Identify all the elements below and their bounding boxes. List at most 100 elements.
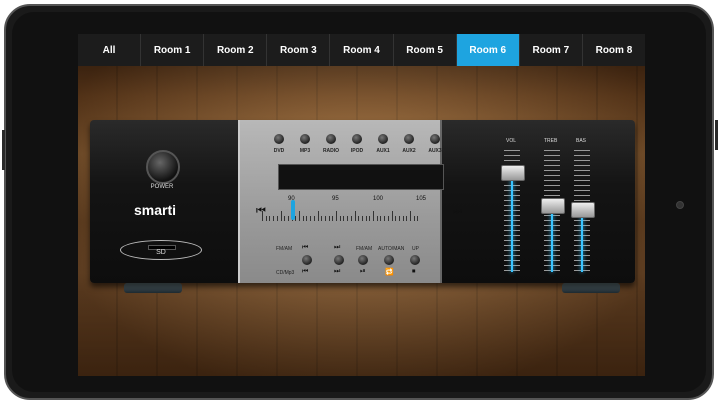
skip-back-icon[interactable]: ⏮: [302, 268, 308, 276]
tuner-dial[interactable]: [254, 205, 426, 221]
automan-label: AUTO/MAN: [378, 246, 405, 252]
source-radio-button[interactable]: [326, 134, 336, 144]
mixer-panel: VOL TREB BAS: [488, 120, 628, 283]
next-icon: ⏭: [334, 244, 341, 251]
skip-forward-icon[interactable]: ⏭: [334, 268, 340, 276]
dial-tick: [365, 216, 367, 221]
dial-tick: [373, 211, 374, 221]
source-label: MP3: [299, 148, 311, 154]
dial-tick: [328, 216, 330, 221]
stop-icon[interactable]: ⏹: [412, 268, 416, 276]
amp-foot-left: [124, 283, 182, 293]
bas-slider[interactable]: [571, 201, 595, 218]
up-button[interactable]: [410, 255, 420, 265]
dial-tick: [406, 216, 408, 221]
tab-room-4[interactable]: Room 4: [330, 34, 394, 66]
dial-tick: [398, 216, 400, 221]
treb-slider[interactable]: [541, 197, 565, 214]
source-aux2-button[interactable]: [404, 134, 414, 144]
dial-tick: [306, 216, 308, 221]
dial-tick: [299, 211, 300, 221]
source-label: DVD: [273, 148, 285, 154]
prev-button[interactable]: [302, 255, 312, 265]
treb-slider-level: [551, 210, 553, 272]
dial-tick: [332, 216, 334, 221]
side-button-right: [715, 120, 718, 150]
next-button[interactable]: [334, 255, 344, 265]
cdmp3-label: CD/Mp3: [276, 270, 295, 276]
tab-room-8[interactable]: Room 8: [583, 34, 645, 66]
source-label: RADIO: [322, 148, 340, 154]
dial-tick: [265, 216, 267, 221]
dial-tick: [387, 216, 389, 221]
amplifier: POWER smarti SD DVD MP3 RADIO IPOD AUX1 …: [90, 120, 635, 283]
dial-tick: [347, 216, 349, 221]
tuner-needle[interactable]: [290, 200, 295, 220]
dial-tick: [302, 216, 304, 221]
brand-logo: smarti: [134, 202, 177, 218]
frequency-label: 100: [373, 196, 384, 202]
dial-tick: [376, 216, 378, 221]
dial-tick: [343, 216, 345, 221]
prev-icon: ⏮: [302, 244, 309, 251]
play-pause-icon[interactable]: ⏯: [360, 268, 366, 276]
bas-label: BAS: [576, 138, 587, 144]
room-tabs: All Room 1 Room 2 Room 3 Room 4 Room 5 R…: [78, 34, 645, 66]
dial-tick: [384, 216, 386, 221]
source-label: AUX2: [402, 148, 416, 154]
dial-tick: [358, 216, 360, 221]
dial-tick: [336, 211, 337, 221]
tab-room-6[interactable]: Room 6: [456, 34, 520, 66]
dial-tick: [417, 216, 419, 221]
vol-slider[interactable]: [501, 164, 525, 181]
vol-label: VOL: [506, 138, 517, 144]
treb-label: TREB: [544, 138, 558, 144]
tab-room-1[interactable]: Room 1: [141, 34, 205, 66]
dial-tick: [276, 216, 278, 221]
bas-slider-level: [581, 214, 583, 272]
vol-slider-level: [511, 177, 513, 272]
source-dvd-button[interactable]: [274, 134, 284, 144]
source-aux1-button[interactable]: [378, 134, 388, 144]
up-label: UP: [412, 246, 419, 252]
dial-tick: [262, 211, 263, 221]
fmam-label-2: FM/AM: [356, 246, 373, 252]
sd-card-slot[interactable]: SD: [120, 240, 202, 260]
source-label: AUX3: [428, 148, 442, 154]
dial-tick: [321, 216, 323, 221]
dial-tick: [269, 216, 271, 221]
source-mp3-button[interactable]: [300, 134, 310, 144]
side-button-left: [2, 130, 5, 170]
dial-tick: [369, 216, 371, 221]
dial-tick: [361, 216, 363, 221]
automan-button[interactable]: [384, 255, 394, 265]
power-label: POWER: [150, 184, 174, 190]
dial-tick: [287, 216, 289, 221]
repeat-icon[interactable]: 🔁: [385, 268, 394, 276]
dial-tick: [324, 216, 326, 221]
tab-room-5[interactable]: Room 5: [394, 34, 457, 66]
source-aux3-button[interactable]: [430, 134, 440, 144]
seek-forward-icon[interactable]: ⏭: [452, 205, 462, 218]
app-screen: All Room 1 Room 2 Room 3 Room 4 Room 5 R…: [78, 34, 645, 376]
dial-tick: [413, 216, 415, 221]
dial-tick: [284, 216, 286, 221]
tuner-faceplate: DVD MP3 RADIO IPOD AUX1 AUX2 AUX3 90 95 …: [238, 120, 462, 283]
dial-tick: [350, 216, 352, 221]
tab-room-3[interactable]: Room 3: [267, 34, 331, 66]
dial-tick: [402, 216, 404, 221]
source-label: IPOD: [350, 148, 364, 154]
source-ipod-button[interactable]: [352, 134, 362, 144]
source-label: AUX1: [376, 148, 390, 154]
tab-all[interactable]: All: [78, 34, 142, 66]
tab-room-7[interactable]: Room 7: [520, 34, 583, 66]
frequency-label: 95: [332, 196, 339, 202]
dial-tick: [391, 211, 393, 221]
fmam-button[interactable]: [358, 255, 368, 265]
tab-room-2[interactable]: Room 2: [204, 34, 268, 66]
power-button[interactable]: [146, 150, 180, 184]
dial-tick: [295, 216, 297, 221]
dial-tick: [273, 216, 275, 221]
dial-tick: [395, 216, 397, 221]
frequency-label: 105: [416, 196, 427, 202]
